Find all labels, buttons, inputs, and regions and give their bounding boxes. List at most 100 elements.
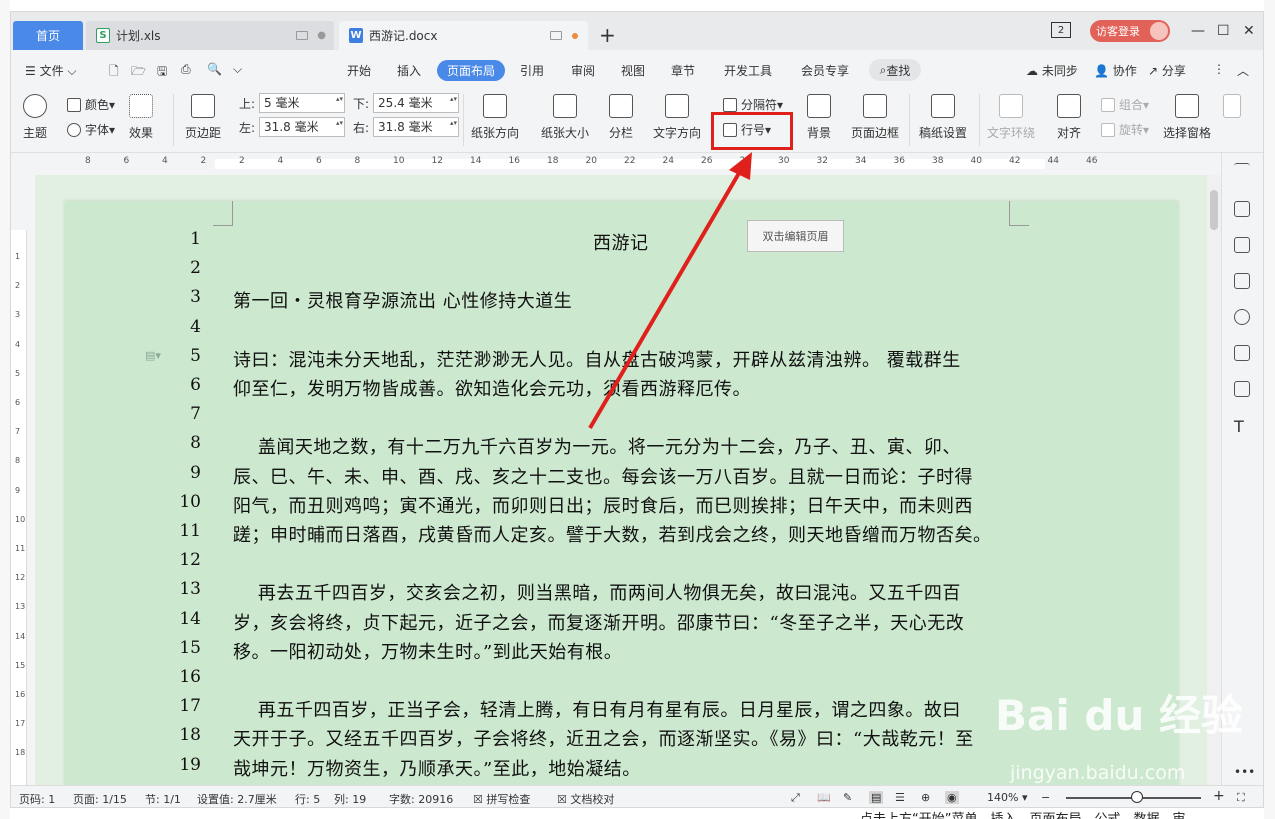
collapse-ribbon-icon[interactable]: ︿ xyxy=(1237,62,1249,79)
paper-size-button[interactable]: 纸张大小 xyxy=(541,94,589,141)
find-button[interactable]: ⌕ 查找 xyxy=(869,59,921,81)
line-text[interactable]: 盖闻天地之数，有十二万九千六百岁为一元。将一元分为十二会，乃子、丑、寅、卯、 xyxy=(233,433,961,459)
document-line[interactable]: 15 移。一阳初动处，万物未生时。”到此天始有根。 xyxy=(65,638,1178,667)
more-dots-icon[interactable]: ••• xyxy=(1234,765,1255,781)
page-view-icon[interactable]: ▤ xyxy=(869,791,884,804)
doc-settings-icon[interactable] xyxy=(1234,345,1250,361)
new-doc-icon[interactable]: 🗋 xyxy=(109,62,119,83)
document-line[interactable]: 3 第一回・灵根育孕源流出 心性修持大道生 xyxy=(65,287,1178,316)
web-view-icon[interactable]: ⊕ xyxy=(921,791,930,804)
line-text[interactable]: 哉坤元！万物资生，乃顺承天。”至此，地始凝结。 xyxy=(233,755,641,781)
maximize-button[interactable]: ☐ xyxy=(1217,23,1230,39)
right-margin-input[interactable]: 31.8 毫米 xyxy=(373,117,460,137)
close-button[interactable]: ✕ xyxy=(1243,23,1255,39)
orientation-button[interactable]: 纸张方向 xyxy=(471,94,519,141)
top-margin-field[interactable]: 上: 5 毫米 xyxy=(239,93,346,113)
tab-xls[interactable]: S 计划.xls ● xyxy=(86,21,334,50)
line-text[interactable]: 西游记 xyxy=(593,229,649,255)
page-border-button[interactable]: 页面边框 xyxy=(851,94,899,141)
group-button[interactable]: 组合 ▾ xyxy=(1101,96,1149,113)
line-text[interactable]: 天开于子。又经五千四百岁，子会将终，近丑之会，而逐渐坚实。《易》曰：“大哉乾元！… xyxy=(233,725,974,751)
doc-search-icon[interactable] xyxy=(1234,381,1250,397)
line-text[interactable]: 岁，亥会将终，贞下起元，近子之会，而复逐渐开明。邵康节曰：“冬至子之半，天心无改 xyxy=(233,609,964,635)
zoom-slider-knob[interactable] xyxy=(1131,791,1143,803)
line-text[interactable]: 辰、巳、午、未、申、酉、戌、亥之十二支也。每会该一万八百岁。且就一日而论：子时得 xyxy=(233,463,973,489)
text-icon[interactable]: T xyxy=(1234,417,1250,436)
document-line[interactable]: 6 仰至仁，发明万物皆成善。欲知造化会元功，须看西游释厄传。 xyxy=(65,375,1178,404)
line-text[interactable]: 再去五千四百岁，交亥会之初，则当黑暗，而两间人物俱无矣，故曰混沌。又五千四百 xyxy=(233,579,961,605)
write-mode-icon[interactable]: ✎ xyxy=(843,791,852,804)
status-words[interactable]: 字数: 20916 xyxy=(389,791,453,807)
document-line[interactable]: 9 辰、巳、午、未、申、酉、戌、亥之十二支也。每会该一万八百岁。且就一日而论：子时… xyxy=(65,463,1178,492)
document-line[interactable]: 2 xyxy=(65,258,1178,287)
share-button[interactable]: ↗ 分享 xyxy=(1148,62,1186,79)
font-button[interactable]: 字体 ▾ xyxy=(67,121,115,138)
zoom-in-button[interactable]: + xyxy=(1213,788,1225,804)
unsaved-dot-icon[interactable] xyxy=(572,32,578,39)
menu-view[interactable]: 视图 xyxy=(621,62,645,79)
document-line[interactable]: 10 阳气，而丑则鸡鸣；寅不通光，而卯则日出；辰时食后，而巳则挨排；日午天中，而未… xyxy=(65,492,1178,521)
document-line[interactable]: 7 xyxy=(65,404,1178,433)
pointer-icon[interactable] xyxy=(1234,237,1250,253)
menu-chapter[interactable]: 章节 xyxy=(671,62,695,79)
print-preview-icon[interactable]: 🔍 xyxy=(207,62,222,76)
theme-button[interactable]: 主题 xyxy=(23,94,47,141)
zoom-level[interactable]: 140% ▾ xyxy=(987,791,1027,804)
document-line[interactable]: 12 xyxy=(65,550,1178,579)
spell-check-button[interactable]: ☒ 拼写检查 xyxy=(473,791,530,807)
background-button[interactable]: 背景 xyxy=(807,94,831,141)
more-ribbon-icon[interactable] xyxy=(1223,94,1241,124)
fullscreen-icon[interactable]: ⤢ xyxy=(791,791,800,805)
line-text[interactable]: 第一回・灵根育孕源流出 心性修持大道生 xyxy=(233,287,572,313)
right-margin-field[interactable]: 右: 31.8 毫米 xyxy=(353,117,460,137)
menu-developer[interactable]: 开发工具 xyxy=(724,62,772,79)
open-folder-icon[interactable]: 🗁 xyxy=(131,62,146,83)
monitor-icon[interactable] xyxy=(550,31,562,40)
color-button[interactable]: 颜色 ▾ xyxy=(67,96,115,113)
menu-reference[interactable]: 引用 xyxy=(520,62,544,79)
columns-button[interactable]: 分栏 xyxy=(609,94,633,141)
read-mode-icon[interactable]: 📖 xyxy=(817,791,831,804)
text-direction-button[interactable]: 文字方向 xyxy=(653,94,701,141)
menu-insert[interactable]: 插入 xyxy=(397,62,421,79)
zoom-out-button[interactable]: − xyxy=(1041,791,1050,804)
line-text[interactable]: 阳气，而丑则鸡鸣；寅不通光，而卯则日出；辰时食后，而巳则挨排；日午天中，而未则西 xyxy=(233,492,973,518)
menu-review[interactable]: 审阅 xyxy=(571,62,595,79)
dot-icon[interactable]: ● xyxy=(317,30,326,41)
text-wrap-button[interactable]: 文字环绕 xyxy=(987,94,1035,141)
file-menu[interactable]: ☰ 文件 ⌵ xyxy=(25,62,77,79)
window-count-badge[interactable]: 2 xyxy=(1051,22,1071,38)
new-tab-button[interactable]: + xyxy=(599,23,616,47)
line-text[interactable]: 蹉；申时晡而日落酉，戌黄昏而人定亥。譬于大数，若到戌会之终，则天地昏缯而万物否矣… xyxy=(233,521,992,547)
help-icon[interactable] xyxy=(1234,309,1250,325)
document-line[interactable]: 1 西游记 xyxy=(65,229,1178,258)
status-setting[interactable]: 设置值: 2.7厘米 xyxy=(197,791,277,807)
effect-button[interactable]: 效果 xyxy=(129,94,153,141)
proofread-button[interactable]: ☒ 文档校对 xyxy=(557,791,614,807)
top-margin-input[interactable]: 5 毫米 xyxy=(259,93,346,113)
document-line[interactable]: 4 xyxy=(65,317,1178,346)
menu-member[interactable]: 会员专享 xyxy=(801,62,849,79)
quick-access-dropdown-icon[interactable]: ⌵ xyxy=(233,62,242,77)
bottom-margin-field[interactable]: 下: 25.4 毫米 xyxy=(353,93,460,113)
document-line[interactable]: 14 岁，亥会将终，贞下起元，近子之会，而复逐渐开明。邵康节曰：“冬至子之半，天心… xyxy=(65,609,1178,638)
document-line[interactable]: 13 再去五千四百岁，交亥会之初，则当黑暗，而两间人物俱无矣，故曰混沌。又五千四… xyxy=(65,579,1178,608)
settings-sliders-icon[interactable] xyxy=(1234,273,1250,289)
menu-page-layout[interactable]: 页面布局 xyxy=(437,60,506,81)
document-line[interactable]: 11 蹉；申时晡而日落酉，戌黄昏而人定亥。譬于大数，若到戌会之终，则天地昏缯而万物… xyxy=(65,521,1178,550)
scroll-thumb[interactable] xyxy=(1210,190,1218,230)
rotate-button[interactable]: 旋转 ▾ xyxy=(1101,121,1149,138)
manuscript-button[interactable]: 稿纸设置 xyxy=(919,94,967,141)
left-margin-field[interactable]: 左: 31.8 毫米 xyxy=(239,117,346,137)
monitor-icon[interactable] xyxy=(296,31,308,40)
line-text[interactable]: 移。一阳初动处，万物未生时。”到此天始有根。 xyxy=(233,638,622,664)
margins-button[interactable]: 页边距 xyxy=(185,94,221,141)
print-icon[interactable]: ⎙ xyxy=(181,62,191,77)
outline-view-icon[interactable]: ☰ xyxy=(895,791,905,804)
select-pane-button[interactable]: 选择窗格 xyxy=(1163,94,1211,141)
eye-protection-icon[interactable]: ◉ xyxy=(945,791,959,804)
tab-doc[interactable]: W 西游记.docx xyxy=(339,21,588,50)
menu-start[interactable]: 开始 xyxy=(347,62,371,79)
line-text[interactable]: 仰至仁，发明万物皆成善。欲知造化会元功，须看西游释厄传。 xyxy=(233,375,751,401)
left-margin-input[interactable]: 31.8 毫米 xyxy=(259,117,346,137)
